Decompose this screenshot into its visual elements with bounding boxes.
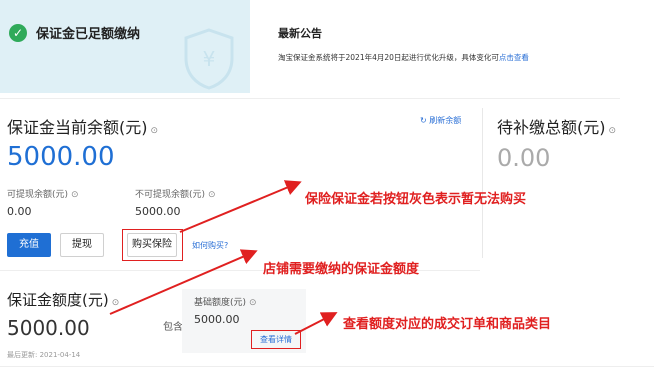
arrow-quota (109, 249, 258, 315)
arrow-details (294, 312, 338, 335)
annotation-arrows (109, 180, 338, 335)
bottom-bar (0, 366, 654, 386)
arrow-insurance (179, 180, 302, 233)
